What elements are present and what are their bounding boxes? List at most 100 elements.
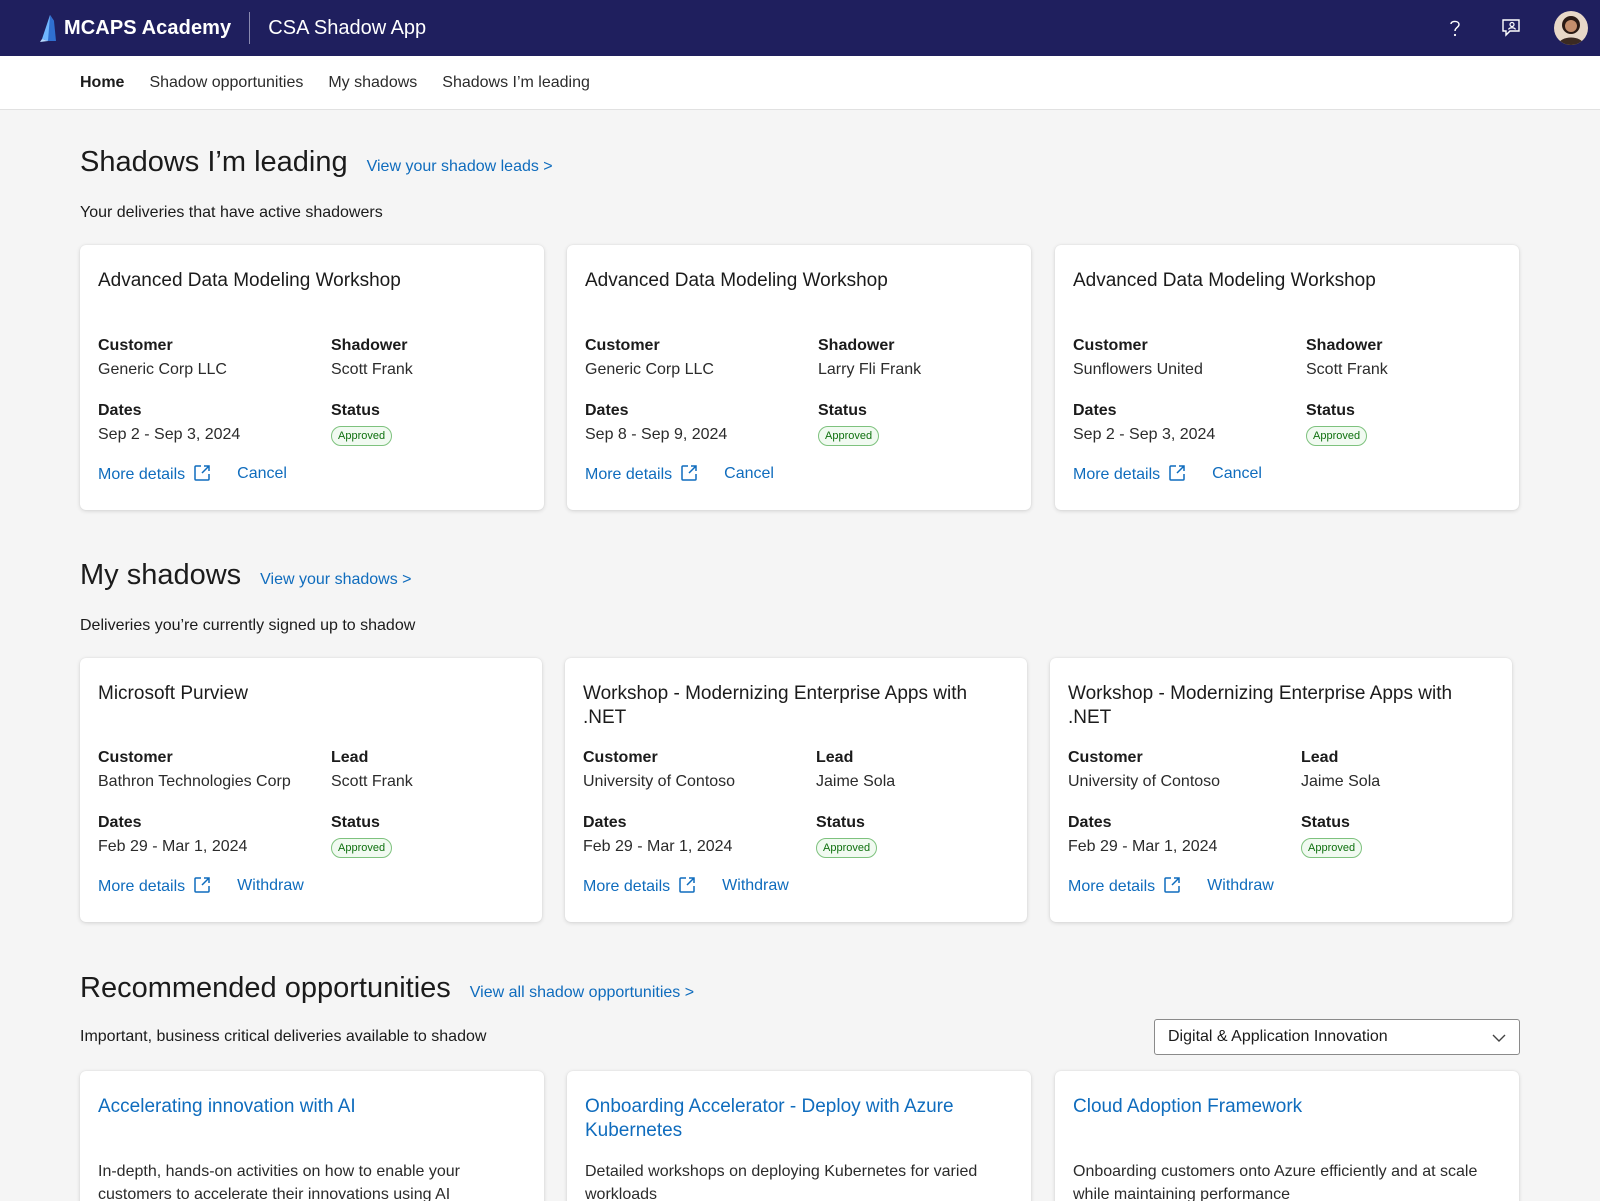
status-field: Status Approved [818,399,880,447]
opportunity-description: Detailed workshops on deploying Kubernet… [585,1163,978,1201]
status-label: Status [816,814,865,831]
customer-label: Customer [1068,749,1143,766]
cancel-link[interactable]: Cancel [724,465,774,483]
dates-field: Dates Sep 8 - Sep 9, 2024 [585,399,727,447]
more-details-label: More details [98,466,186,483]
status-field: Status Approved [1306,399,1368,447]
shadow-card: Microsoft Purview Customer Bathron Techn… [80,658,542,922]
more-details-link[interactable]: More details [98,876,211,896]
card-title: Advanced Data Modeling Workshop [585,270,888,291]
opportunity-card[interactable]: Onboarding Accelerator - Deploy with Azu… [567,1071,1031,1201]
dates-label: Dates [583,814,627,831]
card-title: Workshop - Modernizing Enterprise Apps w… [1068,683,1453,728]
external-link-icon [1164,877,1180,893]
opportunity-card[interactable]: Accelerating innovation with AI In-depth… [80,1071,544,1201]
dates-field: Dates Feb 29 - Mar 1, 2024 [583,811,732,859]
chevron-down-icon [1492,1034,1506,1042]
dates-field: Dates Sep 2 - Sep 3, 2024 [1073,399,1215,447]
opportunity-title-link[interactable]: Cloud Adoption Framework [1073,1095,1501,1119]
shadow-card: Workshop - Modernizing Enterprise Apps w… [565,658,1027,922]
lead-field: Lead Scott Frank [331,746,413,794]
feedback-icon[interactable] [1498,15,1524,41]
more-details-link[interactable]: More details [1068,876,1181,896]
dates-label: Dates [98,814,142,831]
customer-field: Customer Generic Corp LLC [98,334,227,382]
status-badge: Approved [1306,426,1368,446]
leading-section-header: Shadows I’m leading View your shadow lea… [80,146,553,179]
more-details-link[interactable]: More details [1073,464,1186,484]
dates-field: Dates Sep 2 - Sep 3, 2024 [98,399,240,447]
opportunity-card[interactable]: Cloud Adoption Framework Onboarding cust… [1055,1071,1519,1201]
dates-field: Dates Feb 29 - Mar 1, 2024 [98,811,247,859]
withdraw-link[interactable]: Withdraw [1207,877,1274,895]
card-title: Advanced Data Modeling Workshop [98,270,401,291]
dates-label: Dates [1073,402,1117,419]
status-badge: Approved [816,838,878,858]
customer-field: Customer University of Contoso [583,746,735,794]
external-link-icon [194,877,210,893]
practice-area-dropdown[interactable]: Digital & Application Innovation [1154,1019,1520,1055]
avatar[interactable] [1554,11,1588,45]
external-link-icon [1169,465,1185,481]
dates-value: Feb 29 - Mar 1, 2024 [98,838,248,855]
shadow-card: Workshop - Modernizing Enterprise Apps w… [1050,658,1512,922]
card-actions: More details Withdraw [98,876,304,896]
cancel-link[interactable]: Cancel [1212,465,1262,483]
dates-value: Sep 8 - Sep 9, 2024 [585,426,728,443]
shadows-section-title: My shadows [80,559,242,591]
help-icon[interactable] [1442,15,1468,41]
lead-label: Lead [1301,749,1339,766]
nav-my-shadows[interactable]: My shadows [328,74,417,92]
shadower-label: Shadower [1306,337,1383,354]
more-details-label: More details [98,878,186,895]
more-details-link[interactable]: More details [583,876,696,896]
status-field: Status Approved [331,811,393,859]
view-shadow-leads-link[interactable]: View your shadow leads > [367,158,553,176]
customer-value: Sunflowers United [1073,361,1203,378]
opportunity-title-link[interactable]: Onboarding Accelerator - Deploy with Azu… [585,1095,1013,1143]
cancel-link[interactable]: Cancel [237,465,287,483]
dates-value: Sep 2 - Sep 3, 2024 [98,426,241,443]
more-details-link[interactable]: More details [98,464,211,484]
customer-value: Generic Corp LLC [585,361,714,378]
more-details-link[interactable]: More details [585,464,698,484]
card-title: Workshop - Modernizing Enterprise Apps w… [583,683,968,728]
recommended-section-header: Recommended opportunities View all shado… [80,972,694,1005]
customer-label: Customer [98,337,173,354]
leading-card: Advanced Data Modeling Workshop Customer… [80,245,544,510]
app-name: CSA Shadow App [268,16,427,39]
view-all-opportunities-link[interactable]: View all shadow opportunities > [470,984,694,1002]
dates-value: Feb 29 - Mar 1, 2024 [583,838,733,855]
shadower-label: Shadower [818,337,895,354]
withdraw-link[interactable]: Withdraw [237,877,304,895]
status-label: Status [331,814,380,831]
lead-field: Lead Jaime Sola [1301,746,1380,794]
view-your-shadows-link[interactable]: View your shadows > [260,571,411,589]
nav-shadows-im-leading[interactable]: Shadows I’m leading [442,74,590,92]
more-details-label: More details [583,878,671,895]
external-link-icon [681,465,697,481]
opportunity-description: Onboarding customers onto Azure efficien… [1073,1163,1478,1201]
academy-logo-icon [40,15,56,42]
status-label: Status [1306,402,1355,419]
nav-home[interactable]: Home [80,74,124,92]
dates-label: Dates [98,402,142,419]
withdraw-link[interactable]: Withdraw [722,877,789,895]
opportunity-title-link[interactable]: Accelerating innovation with AI [98,1095,526,1119]
brand[interactable]: MCAPS Academy [36,13,231,43]
lead-value: Jaime Sola [1301,773,1381,790]
more-details-label: More details [1068,878,1156,895]
customer-field: Customer University of Contoso [1068,746,1220,794]
customer-field: Customer Bathron Technologies Corp [98,746,291,794]
dates-label: Dates [1068,814,1112,831]
nav-shadow-opportunities[interactable]: Shadow opportunities [149,74,303,92]
status-badge: Approved [1301,838,1363,858]
customer-label: Customer [583,749,658,766]
customer-field: Customer Generic Corp LLC [585,334,714,382]
shadower-label: Shadower [331,337,408,354]
dates-value: Sep 2 - Sep 3, 2024 [1073,426,1216,443]
customer-value: Generic Corp LLC [98,361,227,378]
top-actions [1442,0,1600,56]
customer-label: Customer [98,749,173,766]
customer-field: Customer Sunflowers United [1073,334,1203,382]
